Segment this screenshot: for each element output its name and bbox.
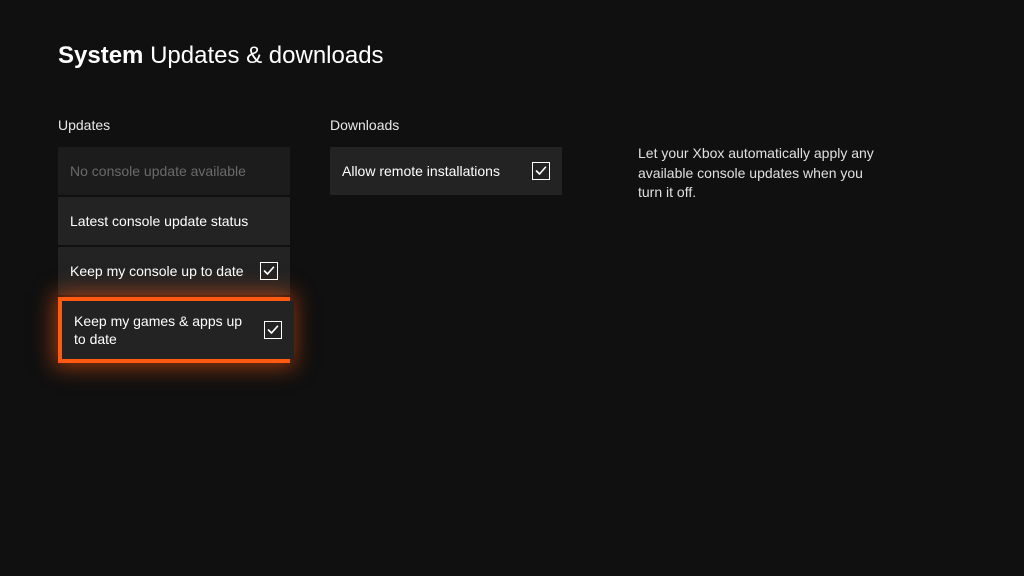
setting-description: Let your Xbox automatically apply any av… — [638, 144, 888, 203]
checkmark-icon — [263, 265, 275, 277]
latest-status-label: Latest console update status — [70, 212, 278, 230]
allow-remote-label: Allow remote installations — [342, 162, 532, 180]
keep-games-label: Keep my games & apps up to date — [74, 312, 264, 348]
page-category: System — [58, 42, 143, 69]
page-title: Updates & downloads — [150, 42, 383, 69]
keep-games-checkbox[interactable] — [264, 321, 282, 339]
allow-remote-installations-item[interactable]: Allow remote installations — [330, 147, 562, 195]
updates-heading: Updates — [58, 117, 290, 133]
focused-item-highlight: Keep my games & apps up to date — [58, 297, 290, 363]
checkmark-icon — [267, 324, 279, 336]
downloads-heading: Downloads — [330, 117, 562, 133]
latest-status-item[interactable]: Latest console update status — [58, 197, 290, 245]
no-console-update-item[interactable]: No console update available — [58, 147, 290, 195]
keep-console-checkbox[interactable] — [260, 262, 278, 280]
page-header: System Updates & downloads — [58, 42, 384, 70]
updates-section: Updates No console update available Late… — [58, 117, 290, 363]
checkmark-icon — [535, 165, 547, 177]
keep-console-label: Keep my console up to date — [70, 262, 260, 280]
allow-remote-checkbox[interactable] — [532, 162, 550, 180]
keep-console-up-to-date-item[interactable]: Keep my console up to date — [58, 247, 290, 295]
downloads-section: Downloads Allow remote installations — [330, 117, 562, 197]
no-console-update-label: No console update available — [70, 162, 278, 180]
keep-games-up-to-date-item[interactable]: Keep my games & apps up to date — [62, 301, 294, 359]
